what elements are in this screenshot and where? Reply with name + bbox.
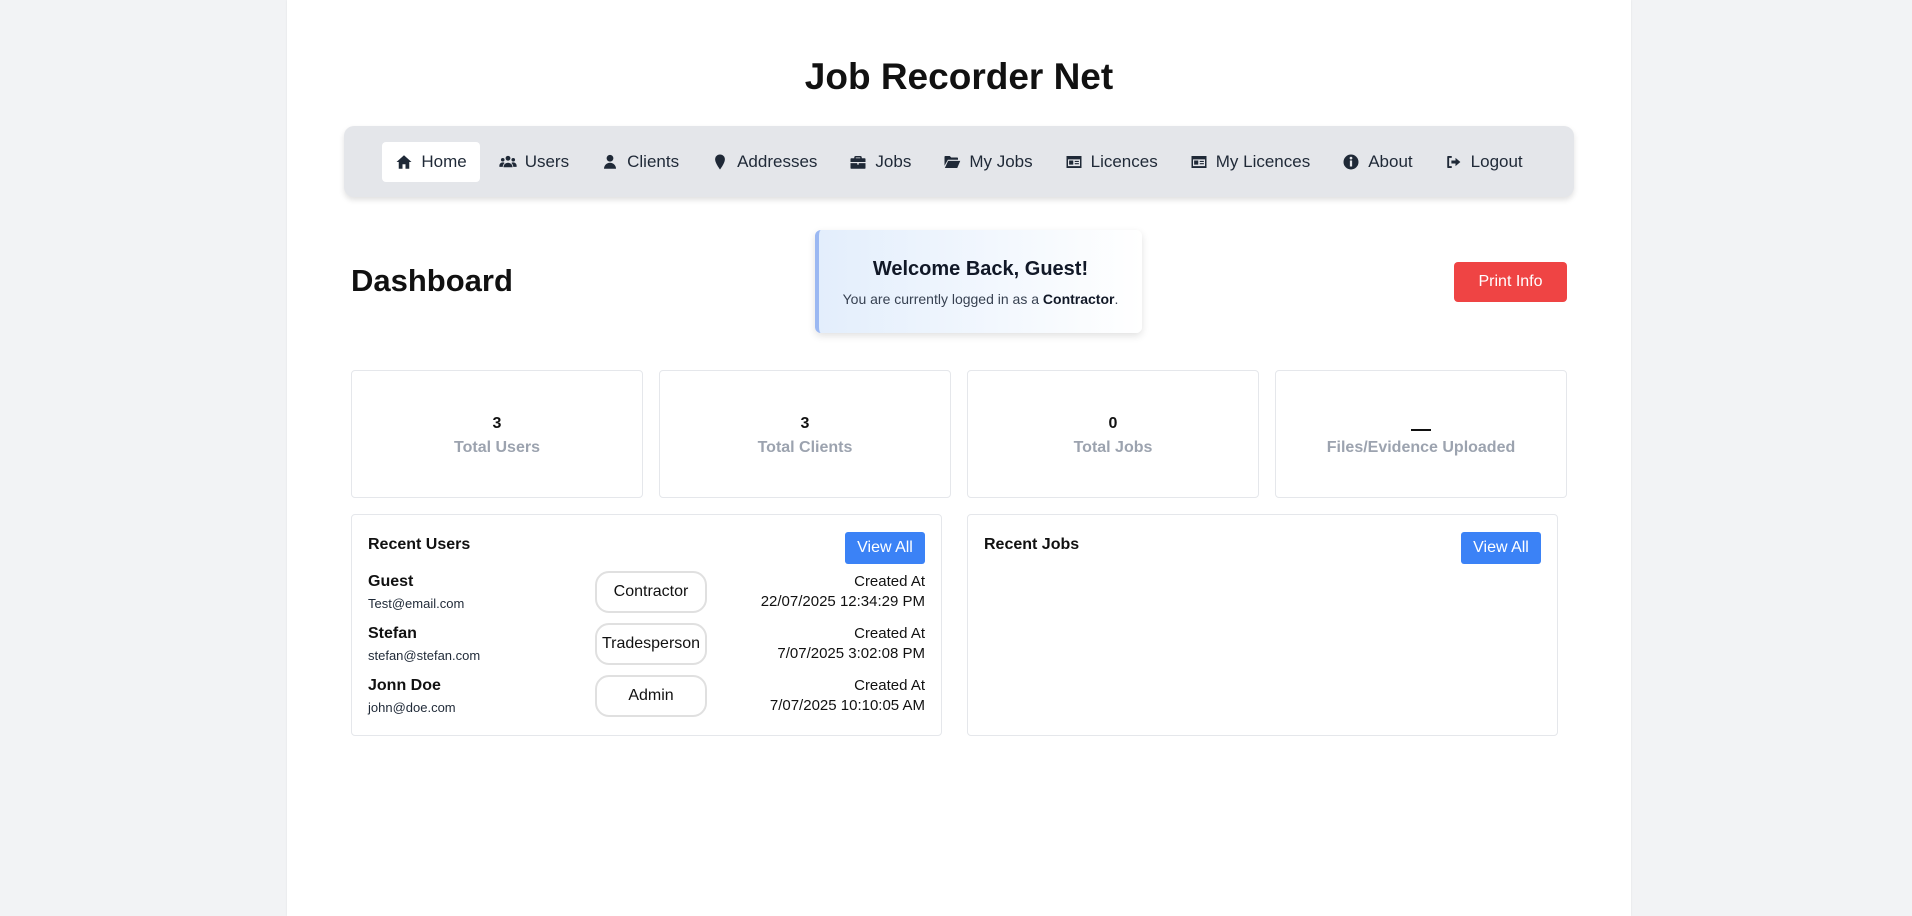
stat-card-files-uploaded: Files/Evidence Uploaded bbox=[1275, 370, 1567, 498]
role-badge: Contractor bbox=[595, 571, 707, 613]
folder-open-icon bbox=[943, 153, 961, 171]
user-name: Stefan bbox=[368, 625, 417, 642]
created-at-label: Created At bbox=[854, 625, 925, 642]
page-title: Dashboard bbox=[351, 263, 513, 298]
nav-licences[interactable]: Licences bbox=[1052, 142, 1171, 182]
stat-card-total-jobs: 0 Total Jobs bbox=[967, 370, 1259, 498]
empty-value-dash bbox=[1411, 429, 1431, 431]
info-icon bbox=[1342, 153, 1360, 171]
recent-users-view-all-button[interactable]: View All bbox=[845, 532, 925, 564]
welcome-suffix: . bbox=[1114, 291, 1119, 307]
nav-jobs-label: Jobs bbox=[875, 151, 912, 171]
nav-jobs[interactable]: Jobs bbox=[836, 142, 924, 182]
map-pin-icon bbox=[711, 153, 729, 171]
user-email: john@doe.com bbox=[368, 700, 456, 715]
app-title: Job Recorder Net bbox=[804, 56, 1114, 97]
stat-label: Total Users bbox=[454, 439, 540, 456]
stat-value: 0 bbox=[1108, 415, 1118, 432]
nav-my-licences-label: My Licences bbox=[1215, 151, 1311, 171]
role-badge: Tradesperson bbox=[595, 623, 707, 665]
stat-label: Total Jobs bbox=[1073, 439, 1153, 456]
nav-about-label: About bbox=[1368, 151, 1413, 171]
created-at-value: 7/07/2025 3:02:08 PM bbox=[777, 645, 925, 662]
print-info-button[interactable]: Print Info bbox=[1454, 262, 1567, 302]
main-navbar: Home Users Clients Addresses Jobs My Job… bbox=[344, 126, 1574, 197]
role-badge: Admin bbox=[595, 675, 707, 717]
nav-addresses-label: Addresses bbox=[737, 151, 818, 171]
recent-users-title: Recent Users bbox=[368, 536, 471, 553]
recent-users-panel: Recent Users View All Guest Test@email.c… bbox=[351, 514, 942, 736]
nav-home-label: Home bbox=[421, 151, 467, 171]
nav-clients-label: Clients bbox=[627, 151, 680, 171]
nav-clients[interactable]: Clients bbox=[588, 142, 692, 182]
user-icon bbox=[601, 153, 619, 171]
recent-jobs-view-all-button[interactable]: View All bbox=[1461, 532, 1541, 564]
user-list-item[interactable]: Jonn Doe john@doe.com Admin Created At 7… bbox=[352, 675, 941, 727]
stat-card-total-clients: 3 Total Clients bbox=[659, 370, 951, 498]
welcome-role: Contractor bbox=[1042, 291, 1115, 307]
home-icon bbox=[395, 153, 413, 171]
briefcase-icon bbox=[849, 153, 867, 171]
nav-home[interactable]: Home bbox=[382, 141, 480, 182]
nav-licences-label: Licences bbox=[1090, 151, 1158, 171]
id-card-icon bbox=[1190, 153, 1208, 171]
stat-value: 3 bbox=[492, 415, 502, 432]
users-icon bbox=[499, 153, 517, 171]
stat-label: Files/Evidence Uploaded bbox=[1326, 439, 1516, 456]
nav-logout-label: Logout bbox=[1470, 151, 1523, 171]
recent-jobs-title: Recent Jobs bbox=[984, 536, 1080, 553]
stat-label: Total Clients bbox=[757, 439, 853, 456]
nav-my-licences[interactable]: My Licences bbox=[1177, 142, 1323, 182]
welcome-card: Welcome Back, Guest! You are currently l… bbox=[815, 230, 1142, 333]
page-container: Job Recorder Net Home Users Clients Addr… bbox=[287, 0, 1631, 916]
created-at-value: 7/07/2025 10:10:05 AM bbox=[769, 697, 925, 714]
nav-addresses[interactable]: Addresses bbox=[698, 142, 830, 182]
created-at-label: Created At bbox=[854, 677, 925, 694]
welcome-subtitle: You are currently logged in as a Contrac… bbox=[819, 291, 1142, 307]
id-card-icon bbox=[1065, 153, 1083, 171]
stat-value-placeholder bbox=[1276, 415, 1566, 435]
user-list-item[interactable]: Guest Test@email.com Contractor Created … bbox=[352, 571, 941, 623]
user-list-item[interactable]: Stefan stefan@stefan.com Tradesperson Cr… bbox=[352, 623, 941, 675]
recent-jobs-panel: Recent Jobs View All bbox=[967, 514, 1558, 736]
stat-value: 3 bbox=[800, 415, 810, 432]
nav-users[interactable]: Users bbox=[486, 142, 582, 182]
user-email: Test@email.com bbox=[368, 596, 465, 611]
logout-icon bbox=[1445, 153, 1463, 171]
nav-logout[interactable]: Logout bbox=[1432, 142, 1536, 182]
created-at-label: Created At bbox=[854, 573, 925, 590]
created-at-value: 22/07/2025 12:34:29 PM bbox=[760, 593, 925, 610]
user-name: Jonn Doe bbox=[368, 677, 441, 694]
welcome-title: Welcome Back, Guest! bbox=[872, 258, 1089, 280]
stat-card-total-users: 3 Total Users bbox=[351, 370, 643, 498]
nav-my-jobs-label: My Jobs bbox=[969, 151, 1033, 171]
nav-users-label: Users bbox=[524, 151, 570, 171]
nav-about[interactable]: About bbox=[1329, 142, 1425, 182]
user-email: stefan@stefan.com bbox=[368, 648, 481, 663]
nav-my-jobs[interactable]: My Jobs bbox=[930, 142, 1045, 182]
user-name: Guest bbox=[368, 573, 414, 590]
welcome-prefix: You are currently logged in as a bbox=[842, 291, 1043, 307]
